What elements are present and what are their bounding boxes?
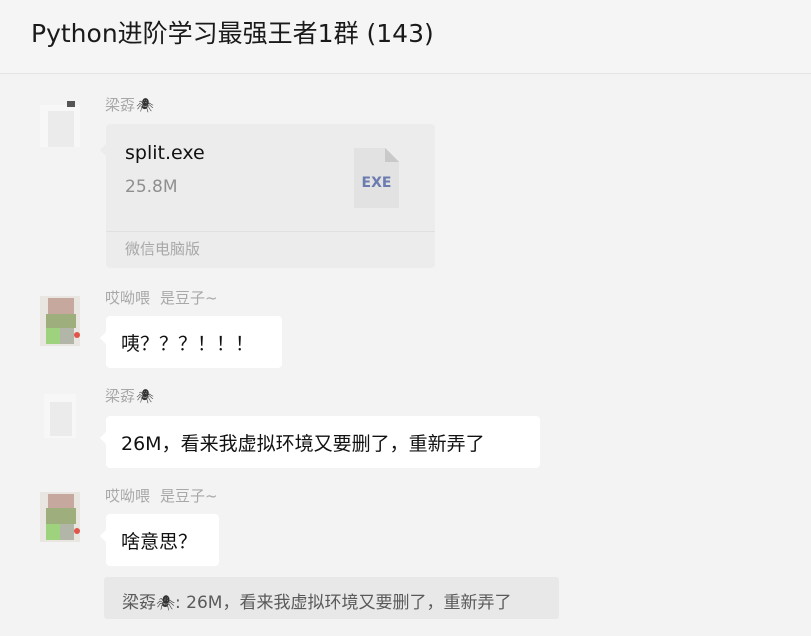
exe-file-icon: EXE — [354, 148, 399, 208]
sender-group-nickname: 是豆子~ — [160, 487, 218, 505]
file-size: 25.8M — [125, 177, 178, 197]
avatar[interactable] — [40, 492, 80, 542]
avatar[interactable] — [40, 99, 80, 149]
sender-group-nickname: 是豆子~ — [160, 289, 218, 307]
file-source: 微信电脑版 — [125, 240, 201, 258]
file-ext-label: EXE — [361, 175, 392, 191]
chat-title[interactable]: Python进阶学习最强王者1群 (143) — [31, 14, 434, 50]
spider-icon: 🕷 — [136, 98, 154, 114]
sender-name: 梁孬🕷 — [105, 94, 154, 115]
sender-name-text: 梁孬 — [105, 96, 136, 114]
avatar[interactable] — [40, 296, 80, 346]
sender-name: 梁孬🕷 — [105, 385, 154, 406]
sender-name-text: 梁孬 — [105, 387, 136, 405]
sender-name: 哎呦喂 是豆子~ — [105, 485, 218, 506]
sender-name-text: 哎呦喂 — [105, 289, 151, 307]
message-text: 啥意思？ — [121, 531, 198, 553]
file-name: split.exe — [125, 142, 205, 164]
sender-name-text: 哎呦喂 — [105, 487, 151, 505]
message-bubble[interactable]: 26M，看来我虚拟环境又要删了，重新弄了 — [100, 416, 540, 468]
sender-name: 哎呦喂 是豆子~ — [105, 287, 218, 308]
message-bubble[interactable]: 啥意思？ — [100, 514, 219, 566]
avatar[interactable] — [40, 390, 80, 440]
message-text: 26M，看来我虚拟环境又要删了，重新弄了 — [121, 433, 485, 455]
message-text: 咦？？？！！！ — [121, 333, 255, 355]
quoted-message[interactable]: 梁孬🕷: 26M，看来我虚拟环境又要删了，重新弄了 — [104, 577, 559, 619]
divider — [106, 231, 435, 232]
quote-text: : 26M，看来我虚拟环境又要删了，重新弄了 — [175, 593, 512, 613]
message-bubble[interactable]: 咦？？？！！！ — [100, 316, 282, 368]
file-message[interactable]: split.exe 25.8M EXE 微信电脑版 — [100, 124, 435, 268]
spider-icon: 🕷 — [136, 389, 154, 405]
chat-header: Python进阶学习最强王者1群 (143) — [0, 0, 811, 74]
quote-author: 梁孬 — [122, 593, 156, 613]
spider-icon: 🕷 — [156, 594, 176, 612]
